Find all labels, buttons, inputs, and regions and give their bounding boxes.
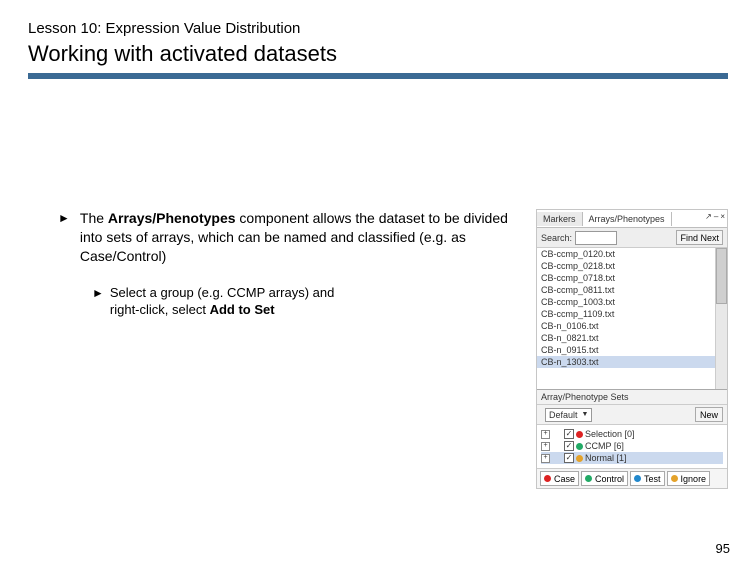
slide-title: Working with activated datasets <box>28 41 728 67</box>
tree-label: CCMP [6] <box>585 441 624 451</box>
sets-tree[interactable]: + ✓ Selection [0] + ✓ CCMP [6] + ✓ Normal [1] <box>537 425 727 469</box>
list-item[interactable]: CB-n_0821.txt <box>537 332 727 344</box>
title-rule <box>28 73 728 79</box>
category-label: Control <box>595 474 624 484</box>
tree-label: Selection [0] <box>585 429 635 439</box>
color-dot-icon <box>576 431 583 438</box>
category-tab[interactable]: Case <box>540 471 579 486</box>
new-set-button[interactable]: New <box>695 407 723 422</box>
sets-header-label: Array/Phenotype Sets <box>541 392 629 402</box>
lesson-header: Lesson 10: Expression Value Distribution <box>28 20 728 37</box>
expand-icon[interactable]: + <box>541 430 550 439</box>
list-item[interactable]: CB-ccmp_1109.txt <box>537 308 727 320</box>
category-tab[interactable]: Ignore <box>667 471 711 486</box>
list-item[interactable]: CB-n_1303.txt <box>537 356 727 368</box>
panel-tab-bar: Markers Arrays/Phenotypes ↗ – × <box>537 210 727 228</box>
panel-window-controls: ↗ – × <box>705 212 725 221</box>
list-item[interactable]: CB-ccmp_0120.txt <box>537 248 727 260</box>
category-label: Ignore <box>681 474 707 484</box>
expand-icon[interactable]: + <box>541 454 550 463</box>
color-dot-icon <box>585 475 592 482</box>
color-dot-icon <box>576 455 583 462</box>
page-number: 95 <box>716 541 730 556</box>
list-item[interactable]: CB-ccmp_0811.txt <box>537 284 727 296</box>
checkbox[interactable]: ✓ <box>564 453 574 463</box>
color-dot-icon <box>671 475 678 482</box>
vertical-scrollbar[interactable] <box>715 248 727 389</box>
close-icon[interactable]: × <box>720 212 725 221</box>
color-dot-icon <box>576 443 583 450</box>
search-label: Search: <box>541 233 572 243</box>
tab-arrays-phenotypes[interactable]: Arrays/Phenotypes <box>583 212 672 226</box>
paragraph-main: The Arrays/Phenotypes component allows t… <box>80 209 522 266</box>
category-tab[interactable]: Test <box>630 471 665 486</box>
search-row: Search: Find Next <box>537 228 727 248</box>
paragraph-sub: Select a group (e.g. CCMP arrays) and ri… <box>110 284 350 319</box>
list-item[interactable]: CB-ccmp_0718.txt <box>537 272 727 284</box>
bullet-arrow-icon: ► <box>58 211 70 266</box>
tree-label: Normal [1] <box>585 453 627 463</box>
file-list[interactable]: CB-ccmp_0120.txtCB-ccmp_0218.txtCB-ccmp_… <box>537 248 727 390</box>
list-item[interactable]: CB-ccmp_1003.txt <box>537 296 727 308</box>
arrays-phenotypes-panel: Markers Arrays/Phenotypes ↗ – × Search: … <box>536 209 728 489</box>
search-input[interactable] <box>575 231 617 245</box>
find-next-button[interactable]: Find Next <box>676 230 723 245</box>
checkbox[interactable]: ✓ <box>564 441 574 451</box>
expand-icon[interactable]: + <box>541 442 550 451</box>
category-label: Case <box>554 474 575 484</box>
color-dot-icon <box>544 475 551 482</box>
list-item[interactable]: CB-n_0106.txt <box>537 320 727 332</box>
bullet-arrow-icon: ► <box>92 286 104 319</box>
text-column: ► The Arrays/Phenotypes component allows… <box>28 209 522 329</box>
tree-row[interactable]: + ✓ Normal [1] <box>541 452 723 464</box>
tree-row[interactable]: + ✓ CCMP [6] <box>541 440 723 452</box>
category-tab[interactable]: Control <box>581 471 628 486</box>
category-label: Test <box>644 474 661 484</box>
tab-markers[interactable]: Markers <box>537 212 583 226</box>
list-item[interactable]: CB-n_0915.txt <box>537 344 727 356</box>
sets-combo[interactable]: Default ▼ <box>545 408 592 422</box>
tree-row[interactable]: + ✓ Selection [0] <box>541 428 723 440</box>
category-tabbar: Case Control Test Ignore <box>537 469 727 488</box>
list-item[interactable]: CB-ccmp_0218.txt <box>537 260 727 272</box>
color-dot-icon <box>634 475 641 482</box>
sets-header-row: Array/Phenotype Sets <box>537 390 727 405</box>
checkbox[interactable]: ✓ <box>564 429 574 439</box>
minimize-icon[interactable]: – <box>714 212 718 221</box>
arrow-icon[interactable]: ↗ <box>705 212 712 221</box>
